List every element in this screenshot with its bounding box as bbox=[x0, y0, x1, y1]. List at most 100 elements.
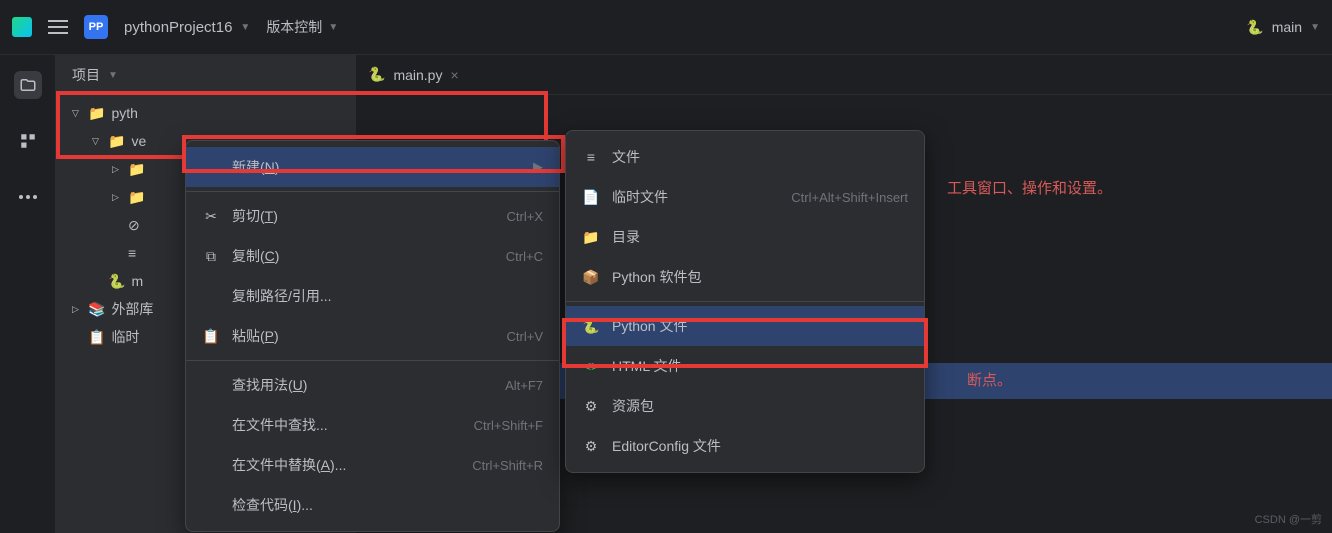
folder-icon: 📁 bbox=[88, 105, 105, 122]
tree-label: pyth bbox=[111, 105, 137, 121]
folder-icon: 📁 bbox=[128, 161, 145, 178]
tree-label: 临时 bbox=[111, 327, 139, 347]
app-icon bbox=[12, 17, 32, 37]
package-icon: 📦 bbox=[582, 269, 600, 286]
menu-label: 粘贴(P) bbox=[232, 326, 495, 346]
file-icon: ≡ bbox=[582, 149, 600, 165]
menu-label: HTML 文件 bbox=[612, 356, 908, 376]
clipboard-icon: 📋 bbox=[202, 328, 220, 345]
folder-icon: 📁 bbox=[128, 189, 145, 206]
menu-label: 新建(N) bbox=[232, 157, 521, 177]
menu-new-html-file[interactable]: <> HTML 文件 bbox=[566, 346, 924, 386]
text-icon: ≡ bbox=[128, 245, 136, 261]
tree-label: ve bbox=[131, 133, 146, 149]
menu-find-in-files[interactable]: 在文件中查找... Ctrl+Shift+F bbox=[186, 405, 559, 445]
menu-replace-in-files[interactable]: 在文件中替换(A)... Ctrl+Shift+R bbox=[186, 445, 559, 485]
chevron-down-icon: ▼ bbox=[240, 22, 250, 33]
menu-label: 剪切(T) bbox=[232, 206, 495, 226]
tree-label: 外部库 bbox=[111, 299, 153, 319]
chevron-down-icon: ▼ bbox=[328, 22, 338, 33]
vcs-menu[interactable]: 版本控制 ▼ bbox=[266, 17, 338, 37]
menu-new-file[interactable]: ≡ 文件 bbox=[566, 137, 924, 177]
blocked-icon: ⊘ bbox=[128, 217, 140, 234]
chevron-down-icon: ▼ bbox=[1310, 22, 1320, 33]
folder-icon: 📁 bbox=[108, 133, 125, 150]
gear-icon: ⚙ bbox=[582, 438, 600, 455]
shortcut-label: Ctrl+Alt+Shift+Insert bbox=[791, 190, 908, 205]
run-config-label: main bbox=[1272, 19, 1302, 35]
main-menu-button[interactable] bbox=[48, 20, 68, 34]
menu-copy-path[interactable]: 复制路径/引用... bbox=[186, 276, 559, 316]
shortcut-label: Alt+F7 bbox=[505, 378, 543, 393]
menu-label: 临时文件 bbox=[612, 187, 779, 207]
tree-label: m bbox=[131, 273, 143, 289]
run-configuration[interactable]: 🐍 main ▼ bbox=[1246, 19, 1320, 36]
titlebar: PP pythonProject16 ▼ 版本控制 ▼ 🐍 main ▼ bbox=[0, 0, 1332, 55]
python-icon: 🐍 bbox=[368, 66, 385, 83]
menu-label: 资源包 bbox=[612, 396, 908, 416]
menu-new[interactable]: 新建(N) ▶ bbox=[186, 147, 559, 187]
expand-icon: ▷ bbox=[112, 164, 122, 175]
library-icon: 📚 bbox=[88, 301, 105, 318]
expand-icon: ▷ bbox=[112, 192, 122, 203]
more-tool-button[interactable] bbox=[14, 183, 42, 211]
python-icon: 🐍 bbox=[108, 273, 125, 290]
menu-new-python-file[interactable]: 🐍 Python 文件 bbox=[566, 306, 924, 346]
editor-tabs: 🐍 main.py × bbox=[356, 55, 1332, 95]
context-menu: 新建(N) ▶ ✂ 剪切(T) Ctrl+X ⧉ 复制(C) Ctrl+C 复制… bbox=[185, 140, 560, 532]
editor-tab[interactable]: 🐍 main.py × bbox=[368, 66, 459, 83]
menu-paste[interactable]: 📋 粘贴(P) Ctrl+V bbox=[186, 316, 559, 356]
expand-icon: ▽ bbox=[72, 108, 82, 119]
menu-label: EditorConfig 文件 bbox=[612, 436, 908, 456]
menu-new-py-package[interactable]: 📦 Python 软件包 bbox=[566, 257, 924, 297]
gear-icon: ⚙ bbox=[582, 398, 600, 415]
panel-title: 项目 bbox=[72, 65, 100, 85]
expand-icon: ▷ bbox=[72, 304, 82, 315]
scissors-icon: ✂ bbox=[202, 208, 220, 225]
structure-tool-button[interactable] bbox=[14, 127, 42, 155]
menu-label: 在文件中查找... bbox=[232, 415, 462, 435]
shortcut-label: Ctrl+V bbox=[507, 329, 543, 344]
project-name-label: pythonProject16 bbox=[124, 19, 232, 36]
menu-label: 复制(C) bbox=[232, 246, 494, 266]
left-toolstrip bbox=[0, 55, 56, 533]
expand-icon: ▽ bbox=[92, 136, 102, 147]
chevron-down-icon: ▼ bbox=[108, 70, 118, 81]
menu-new-scratch[interactable]: 📄 临时文件 Ctrl+Alt+Shift+Insert bbox=[566, 177, 924, 217]
menu-label: Python 文件 bbox=[612, 316, 908, 336]
close-icon[interactable]: × bbox=[450, 67, 458, 83]
tab-label: main.py bbox=[393, 67, 442, 83]
python-icon: 🐍 bbox=[582, 318, 600, 335]
menu-new-resource[interactable]: ⚙ 资源包 bbox=[566, 386, 924, 426]
project-panel-header[interactable]: 项目 ▼ bbox=[56, 55, 356, 95]
scratch-file-icon: 📄 bbox=[582, 189, 600, 206]
menu-label: 复制路径/引用... bbox=[232, 286, 543, 306]
python-icon: 🐍 bbox=[1246, 19, 1263, 36]
copy-icon: ⧉ bbox=[202, 248, 220, 265]
menu-find-usages[interactable]: 查找用法(U) Alt+F7 bbox=[186, 365, 559, 405]
folder-icon: 📁 bbox=[582, 229, 600, 246]
scratch-icon: 📋 bbox=[88, 329, 105, 346]
project-selector[interactable]: pythonProject16 ▼ bbox=[124, 19, 250, 36]
menu-cut[interactable]: ✂ 剪切(T) Ctrl+X bbox=[186, 196, 559, 236]
vcs-label: 版本控制 bbox=[266, 17, 322, 37]
html-icon: <> bbox=[582, 358, 600, 374]
menu-label: Python 软件包 bbox=[612, 267, 908, 287]
project-tool-button[interactable] bbox=[14, 71, 42, 99]
shortcut-label: Ctrl+Shift+R bbox=[472, 458, 543, 473]
menu-new-directory[interactable]: 📁 目录 bbox=[566, 217, 924, 257]
shortcut-label: Ctrl+X bbox=[507, 209, 543, 224]
menu-inspect[interactable]: 检查代码(I)... bbox=[186, 485, 559, 525]
project-badge: PP bbox=[84, 15, 108, 39]
submenu-arrow-icon: ▶ bbox=[533, 159, 543, 175]
menu-label: 在文件中替换(A)... bbox=[232, 455, 460, 475]
new-submenu: ≡ 文件 📄 临时文件 Ctrl+Alt+Shift+Insert 📁 目录 📦… bbox=[565, 130, 925, 473]
menu-label: 文件 bbox=[612, 147, 908, 167]
shortcut-label: Ctrl+C bbox=[506, 249, 543, 264]
watermark: CSDN @一剪 bbox=[1255, 511, 1322, 527]
menu-new-editorconfig[interactable]: ⚙ EditorConfig 文件 bbox=[566, 426, 924, 466]
menu-label: 查找用法(U) bbox=[232, 375, 493, 395]
menu-label: 目录 bbox=[612, 227, 908, 247]
menu-copy[interactable]: ⧉ 复制(C) Ctrl+C bbox=[186, 236, 559, 276]
tree-root[interactable]: ▽ 📁 pyth bbox=[56, 99, 356, 127]
